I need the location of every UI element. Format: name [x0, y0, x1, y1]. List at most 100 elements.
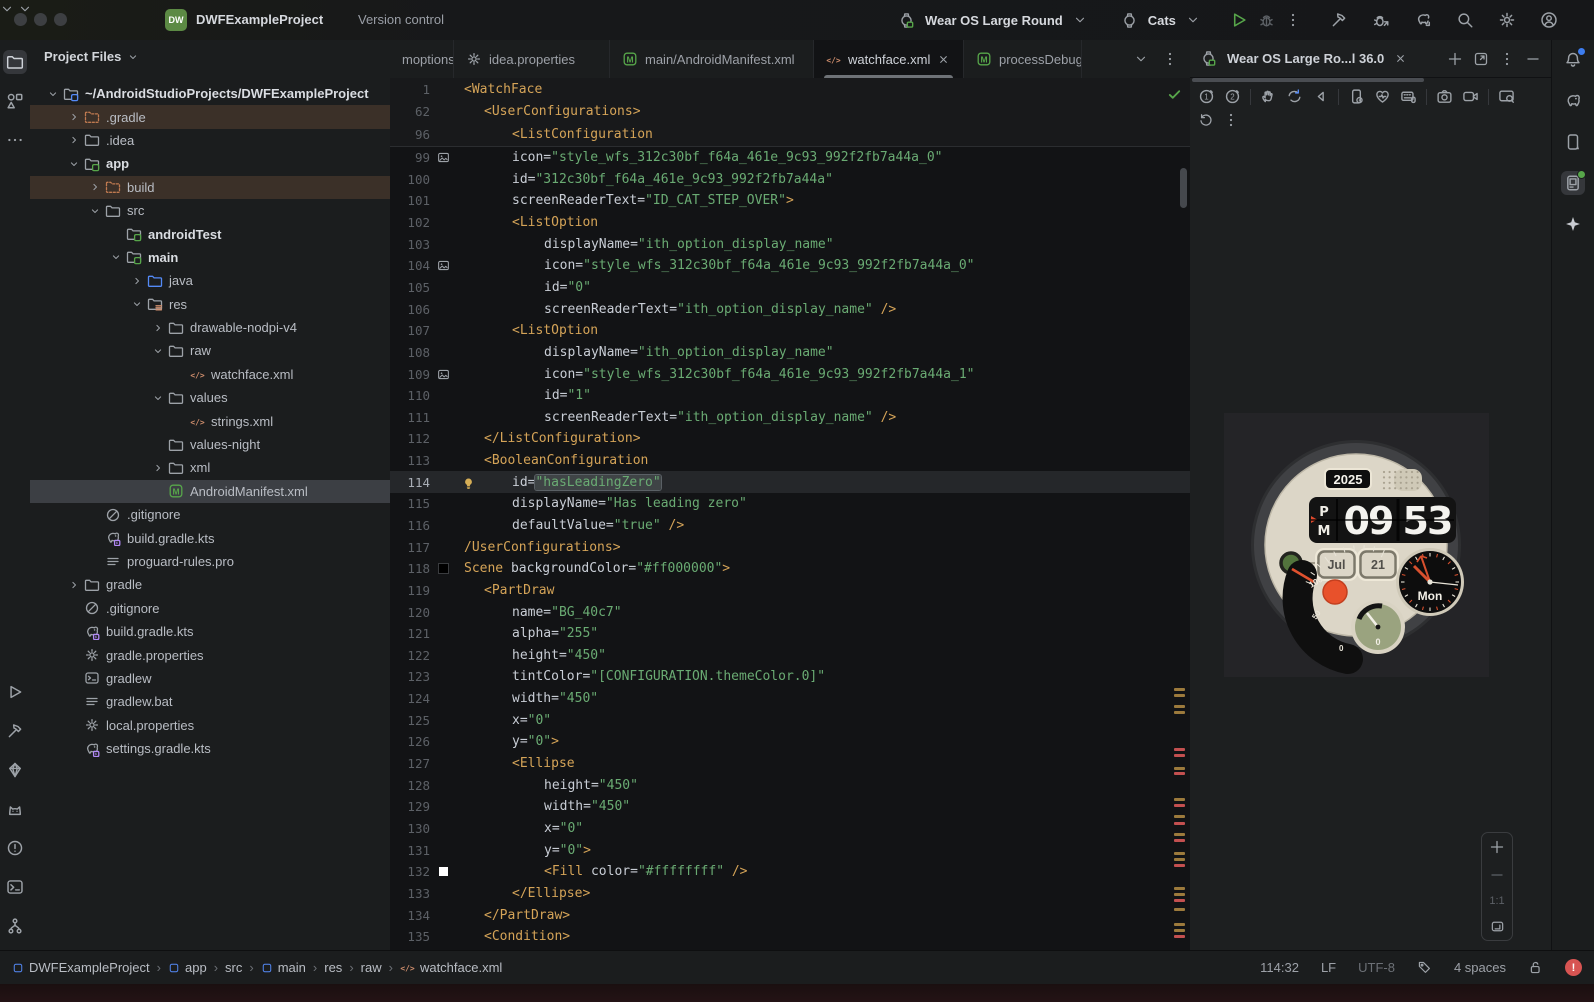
breadcrumb-main[interactable]: main [261, 960, 306, 975]
panel-options-kebab-icon[interactable] [1499, 51, 1515, 67]
tree-chevron-icon[interactable] [44, 88, 61, 100]
editor-tab-processDebug[interactable]: MprocessDebug [964, 40, 1082, 78]
attach-debugger-icon[interactable] [1372, 11, 1390, 29]
code-line-107[interactable]: 107 <ListOption [390, 320, 1190, 342]
error-stripe-marker[interactable] [1174, 748, 1185, 751]
tree-chevron-icon[interactable] [149, 322, 166, 334]
tree-item-build[interactable]: build [30, 175, 390, 199]
emulator-palm-icon[interactable] [1260, 88, 1277, 105]
tree-item-main[interactable]: main [30, 246, 390, 269]
code-line-102[interactable]: 102 <ListOption [390, 212, 1190, 234]
breadcrumb-raw[interactable]: raw [361, 960, 382, 975]
sticky-line[interactable]: 62 <UserConfigurations> [390, 101, 1190, 124]
tree-chevron-icon[interactable] [128, 298, 145, 310]
tree-chevron-icon[interactable] [86, 205, 103, 217]
error-stripe-marker[interactable] [1174, 767, 1185, 770]
tree-chevron-icon[interactable] [65, 134, 82, 146]
code-line-111[interactable]: 111 screenReaderText="ith_option_display_… [390, 406, 1190, 428]
caret-position-widget[interactable]: 114:32 [1260, 960, 1299, 975]
code-line-126[interactable]: 126 y="0"> [390, 731, 1190, 753]
tree-item-values[interactable]: values [30, 386, 390, 409]
unlock-icon[interactable] [1528, 960, 1543, 975]
error-stripe-marker[interactable] [1174, 893, 1185, 896]
error-stripe-marker[interactable] [1174, 815, 1185, 818]
hidden-tabs-chevron-icon[interactable] [1134, 52, 1148, 66]
tree-chevron-icon[interactable] [65, 111, 82, 123]
chevron-down-icon[interactable] [1186, 13, 1200, 27]
code-line-133[interactable]: 133 </Ellipse> [390, 883, 1190, 905]
error-stripe-marker[interactable] [1174, 887, 1185, 890]
tree-item-AndroidManifest.xml[interactable]: M AndroidManifest.xml [30, 479, 390, 504]
code-line-127[interactable]: 127 <Ellipse [390, 753, 1190, 775]
code-line-134[interactable]: 134 </PartDraw> [390, 904, 1190, 926]
breadcrumb-app[interactable]: app [168, 960, 207, 975]
tree-item-build.gradle.kts[interactable]: Kbuild.gradle.kts [30, 526, 390, 549]
tool-stripe-logcat-cat[interactable] [3, 797, 27, 821]
image-preview-icon[interactable] [437, 368, 450, 381]
code-line-100[interactable]: 100 id="312c30bf_f64a_461e_9c93_992f2fb7a… [390, 168, 1190, 190]
panel-scrollbar[interactable] [1192, 78, 1424, 82]
tree-chevron-icon[interactable] [149, 462, 166, 474]
project-menu-chevron-icon[interactable] [0, 2, 14, 16]
tool-stripe-build-hammer[interactable] [3, 719, 27, 743]
avatar-icon[interactable] [1540, 11, 1558, 29]
code-line-119[interactable]: 119 <PartDraw [390, 580, 1190, 602]
line-ending-widget[interactable]: LF [1321, 960, 1336, 975]
tree-item-watchface.xml[interactable]: </> watchface.xml [30, 363, 390, 386]
error-stripe-marker[interactable] [1174, 929, 1185, 932]
tree-item-res[interactable]: res [30, 293, 390, 316]
tool-stripe-vcs-git[interactable] [3, 914, 27, 938]
emulator-screen-record-icon[interactable] [1462, 88, 1479, 105]
device-tab-title[interactable]: Wear OS Large Ro...l 36.0 [1227, 51, 1384, 66]
breadcrumb-DWFExampleProject[interactable]: DWFExampleProject [12, 960, 150, 975]
window-zoom-button[interactable] [54, 13, 67, 26]
encoding-widget[interactable]: UTF-8 [1358, 960, 1395, 975]
code-line-104[interactable]: 104 icon="style_wfs_312c30bf_f64a_461e_9c… [390, 255, 1190, 277]
code-line-116[interactable]: 116 defaultValue="true" /> [390, 515, 1190, 537]
tool-stripe-terminal[interactable] [3, 875, 27, 899]
code-line-99[interactable]: 99 icon="style_wfs_312c30bf_f64a_461e_9c9… [390, 147, 1190, 169]
error-stripe-marker[interactable] [1174, 908, 1185, 911]
gradle-sync-icon[interactable] [1414, 11, 1432, 29]
indent-widget[interactable]: 4 spaces [1454, 960, 1506, 975]
tab-options-kebab-icon[interactable] [1162, 51, 1178, 67]
editor-tab-watchface.xml[interactable]: </> watchface.xml [814, 40, 964, 78]
code-line-106[interactable]: 106 screenReaderText="ith_option_display_… [390, 298, 1190, 320]
breadcrumb-res[interactable]: res [324, 960, 342, 975]
tree-item-gradlew.bat[interactable]: gradlew.bat [30, 690, 390, 713]
fit-to-window-button[interactable] [1490, 919, 1505, 934]
error-stripe-marker[interactable] [1174, 935, 1185, 938]
color-swatch-black[interactable] [437, 563, 449, 575]
run-config-selector[interactable]: Cats [1148, 13, 1176, 28]
device-selector[interactable]: Wear OS Large Round [925, 13, 1063, 28]
image-preview-icon[interactable] [437, 259, 450, 272]
error-stripe-marker[interactable] [1174, 711, 1185, 714]
tool-stripe-project-folder[interactable] [3, 50, 27, 74]
code-line-128[interactable]: 128 height="450" [390, 774, 1190, 796]
error-indicator-badge[interactable]: ! [1565, 959, 1582, 976]
add-device-plus-icon[interactable] [1447, 51, 1463, 67]
error-stripe-marker[interactable] [1174, 798, 1185, 801]
tool-stripe-gemini-sparkle[interactable] [1561, 212, 1585, 236]
code-line-101[interactable]: 101 screenReaderText="ID_CAT_STEP_OVER"> [390, 190, 1190, 212]
code-line-124[interactable]: 124 width="450" [390, 688, 1190, 710]
editor-tab-idea.properties[interactable]: idea.properties [454, 40, 610, 78]
emulator-button-2-icon[interactable]: 2 [1224, 88, 1241, 105]
error-stripe-marker[interactable] [1174, 839, 1185, 842]
tag-icon[interactable] [1417, 960, 1432, 975]
emulator-heart-rate-icon[interactable] [1374, 88, 1391, 105]
breadcrumb-src[interactable]: src [225, 960, 242, 975]
tool-stripe-gradle-elephant[interactable] [1561, 89, 1585, 113]
tool-stripe-running-devices[interactable] [1561, 170, 1586, 195]
code-line-132[interactable]: 132 <Fill color="#ffffffff" /> [390, 861, 1190, 883]
error-stripe-marker[interactable] [1174, 688, 1185, 691]
emulator-keyboard-input-icon[interactable] [1400, 88, 1417, 105]
open-in-window-icon[interactable] [1473, 51, 1489, 67]
emulator-display[interactable]: 2025 P M 09 53 Jul 21 Mon 100 50 0 0 [1224, 413, 1489, 677]
inspection-ok-check-icon[interactable] [1167, 87, 1182, 102]
tree-item-androidTest[interactable]: androidTest [30, 222, 390, 245]
tool-stripe-more-tools[interactable] [3, 128, 27, 152]
version-control-chevron-icon[interactable] [18, 2, 32, 16]
tree-item-.idea[interactable]: .idea [30, 129, 390, 152]
tree-item-.gitignore[interactable]: .gitignore [30, 597, 390, 620]
